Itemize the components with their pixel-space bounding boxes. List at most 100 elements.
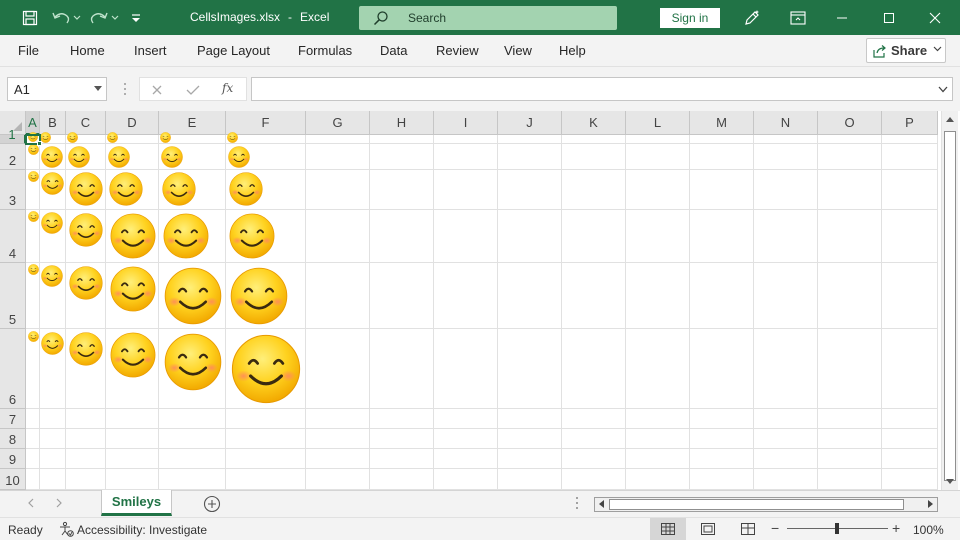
column-header-f[interactable]: F bbox=[226, 111, 306, 135]
minimize-button[interactable] bbox=[819, 0, 865, 35]
column-header-m[interactable]: M bbox=[690, 111, 754, 135]
zoom-level[interactable]: 100% bbox=[913, 523, 944, 537]
cancel-icon[interactable] bbox=[148, 82, 166, 98]
tab-review[interactable]: Review bbox=[436, 43, 479, 58]
fill-handle[interactable] bbox=[37, 141, 42, 146]
smiley-icon[interactable] bbox=[109, 172, 143, 206]
smiley-icon[interactable] bbox=[69, 213, 103, 247]
zoom-in-button[interactable]: + bbox=[892, 520, 900, 536]
horizontal-scrollbar[interactable] bbox=[594, 497, 938, 512]
row-header-5[interactable]: 5 bbox=[0, 263, 26, 329]
smiley-icon[interactable] bbox=[69, 266, 103, 300]
zoom-slider-thumb[interactable] bbox=[835, 523, 839, 534]
smiley-icon[interactable] bbox=[110, 266, 156, 312]
row-header-10[interactable]: 10 bbox=[0, 469, 26, 490]
smiley-icon[interactable] bbox=[67, 132, 78, 143]
smiley-icon[interactable] bbox=[108, 146, 130, 168]
tab-data[interactable]: Data bbox=[380, 43, 407, 58]
undo-icon[interactable] bbox=[50, 8, 82, 28]
redo-icon[interactable] bbox=[88, 8, 120, 28]
smiley-icon[interactable] bbox=[229, 172, 263, 206]
smiley-icon[interactable] bbox=[41, 332, 64, 355]
scroll-down-icon[interactable] bbox=[946, 479, 954, 485]
smiley-icon[interactable] bbox=[161, 146, 183, 168]
smiley-icon[interactable] bbox=[41, 265, 63, 287]
column-header-l[interactable]: L bbox=[626, 111, 690, 135]
vertical-scroll-thumb[interactable] bbox=[944, 131, 956, 481]
column-header-k[interactable]: K bbox=[562, 111, 626, 135]
add-sheet-icon[interactable] bbox=[203, 495, 221, 513]
normal-view-button[interactable] bbox=[650, 518, 686, 540]
scroll-up-icon[interactable] bbox=[946, 116, 954, 122]
smiley-icon[interactable] bbox=[228, 146, 250, 168]
enter-check-icon[interactable] bbox=[184, 82, 202, 98]
prev-sheet-icon[interactable] bbox=[28, 498, 34, 508]
scroll-left-icon[interactable] bbox=[598, 500, 604, 508]
horizontal-scroll-thumb[interactable] bbox=[609, 499, 904, 510]
row-header-6[interactable]: 6 bbox=[0, 329, 26, 409]
smiley-icon[interactable] bbox=[229, 213, 275, 259]
column-header-h[interactable]: H bbox=[370, 111, 434, 135]
smiley-icon[interactable] bbox=[68, 146, 90, 168]
smiley-icon[interactable] bbox=[41, 146, 63, 168]
tab-page-layout[interactable]: Page Layout bbox=[197, 43, 270, 58]
tab-insert[interactable]: Insert bbox=[134, 43, 167, 58]
name-box[interactable]: A1 bbox=[7, 77, 107, 101]
smiley-icon[interactable] bbox=[69, 332, 103, 366]
column-header-n[interactable]: N bbox=[754, 111, 818, 135]
chevron-down-icon[interactable] bbox=[94, 86, 102, 92]
row-header-3[interactable]: 3 bbox=[0, 170, 26, 210]
insert-function-button[interactable]: fx bbox=[222, 81, 233, 95]
smiley-icon[interactable] bbox=[28, 171, 39, 182]
ribbon-display-icon[interactable] bbox=[788, 8, 808, 28]
smiley-icon[interactable] bbox=[69, 172, 103, 206]
row-header-9[interactable]: 9 bbox=[0, 449, 26, 469]
column-header-o[interactable]: O bbox=[818, 111, 882, 135]
vertical-scrollbar[interactable] bbox=[941, 111, 958, 490]
expand-formula-bar-icon[interactable] bbox=[938, 86, 948, 93]
accessibility-icon[interactable] bbox=[58, 521, 74, 537]
smiley-icon[interactable] bbox=[160, 132, 171, 143]
smiley-icon[interactable] bbox=[164, 267, 222, 325]
row-header-1[interactable]: 1 bbox=[0, 127, 26, 144]
sign-in-button[interactable]: Sign in bbox=[660, 8, 720, 28]
smiley-icon[interactable] bbox=[110, 332, 156, 378]
spreadsheet-grid[interactable]: A B C D E F G H I J K L M N O P 1 2 3 4 5 6 7 8 9 10 bbox=[0, 111, 960, 490]
customize-qat-icon[interactable] bbox=[128, 8, 144, 28]
tab-help[interactable]: Help bbox=[559, 43, 586, 58]
scroll-right-icon[interactable] bbox=[928, 500, 934, 508]
page-break-view-button[interactable] bbox=[730, 518, 766, 540]
zoom-out-button[interactable]: − bbox=[771, 520, 779, 536]
column-header-j[interactable]: J bbox=[498, 111, 562, 135]
row-header-7[interactable]: 7 bbox=[0, 409, 26, 429]
accessibility-status[interactable]: Accessibility: Investigate bbox=[77, 523, 207, 537]
tab-formulas[interactable]: Formulas bbox=[298, 43, 352, 58]
column-header-i[interactable]: I bbox=[434, 111, 498, 135]
save-icon[interactable] bbox=[20, 8, 40, 28]
smiley-icon[interactable] bbox=[28, 331, 39, 342]
smiley-icon[interactable] bbox=[28, 211, 39, 222]
smiley-icon[interactable] bbox=[231, 334, 301, 404]
next-sheet-icon[interactable] bbox=[56, 498, 62, 508]
smiley-icon[interactable] bbox=[28, 264, 39, 275]
smiley-icon[interactable] bbox=[227, 132, 238, 143]
tab-view[interactable]: View bbox=[504, 43, 532, 58]
row-header-4[interactable]: 4 bbox=[0, 210, 26, 263]
smiley-icon[interactable] bbox=[107, 132, 118, 143]
pen-icon[interactable] bbox=[740, 8, 764, 28]
tab-home[interactable]: Home bbox=[70, 43, 105, 58]
row-header-2[interactable]: 2 bbox=[0, 144, 26, 170]
page-layout-view-button[interactable] bbox=[690, 518, 726, 540]
column-header-p[interactable]: P bbox=[882, 111, 938, 135]
share-button[interactable]: Share bbox=[866, 38, 946, 63]
more-options-icon[interactable] bbox=[575, 495, 579, 511]
smiley-icon[interactable] bbox=[163, 213, 209, 259]
sheet-tab-smileys[interactable]: Smileys bbox=[101, 490, 172, 516]
formula-input[interactable] bbox=[251, 77, 953, 101]
smiley-icon[interactable] bbox=[164, 333, 222, 391]
smiley-icon[interactable] bbox=[162, 172, 196, 206]
maximize-button[interactable] bbox=[866, 0, 912, 35]
tab-file[interactable]: File bbox=[18, 43, 39, 58]
smiley-icon[interactable] bbox=[41, 172, 64, 195]
smiley-icon[interactable] bbox=[41, 212, 63, 234]
